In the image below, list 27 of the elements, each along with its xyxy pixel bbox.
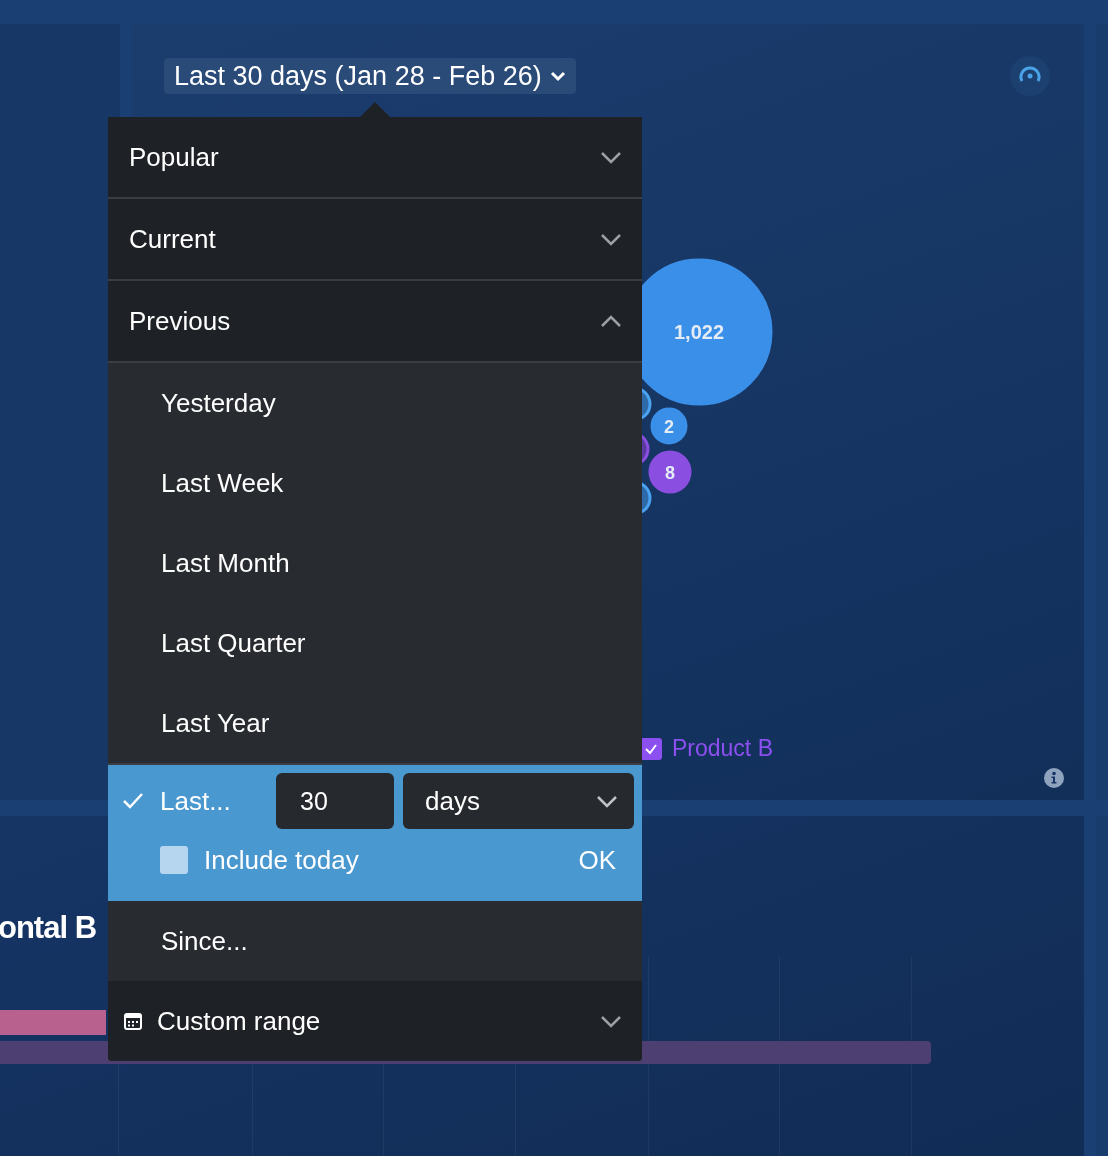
menu-option[interactable]: Last Week — [108, 443, 642, 523]
info-icon[interactable] — [1044, 768, 1064, 788]
gauge-icon[interactable] — [1010, 56, 1050, 96]
calendar-icon — [123, 1011, 143, 1031]
checkbox-label: Include today — [204, 844, 360, 876]
date-range-button[interactable]: Last 30 days (Jan 28 - Feb 26) — [164, 58, 576, 94]
menu-option[interactable]: Since... — [108, 901, 642, 981]
chevron-icon — [596, 794, 618, 808]
chart-title: ontal B — [0, 910, 97, 946]
bubble: 2 — [650, 407, 688, 445]
chevron-icon — [600, 1014, 622, 1028]
legend-checkbox[interactable] — [640, 737, 662, 760]
bubble: 8 — [648, 450, 692, 494]
checkbox[interactable] — [160, 846, 188, 874]
unit-select[interactable]: days — [403, 773, 634, 829]
check-icon — [122, 792, 144, 810]
menu-option[interactable]: Last Quarter — [108, 603, 642, 683]
menu-group[interactable]: Popular — [108, 117, 642, 199]
menu-option[interactable]: Yesterday — [108, 363, 642, 443]
chevron-icon — [549, 70, 566, 82]
chevron-icon — [600, 232, 622, 246]
count-field[interactable]: 30 — [276, 773, 394, 829]
legend-label: Product B — [672, 735, 773, 762]
menu-option[interactable]: Last Year — [108, 683, 642, 763]
menu-option[interactable]: Last Month — [108, 523, 642, 603]
chevron-icon — [600, 314, 622, 328]
chevron-icon — [600, 150, 622, 164]
